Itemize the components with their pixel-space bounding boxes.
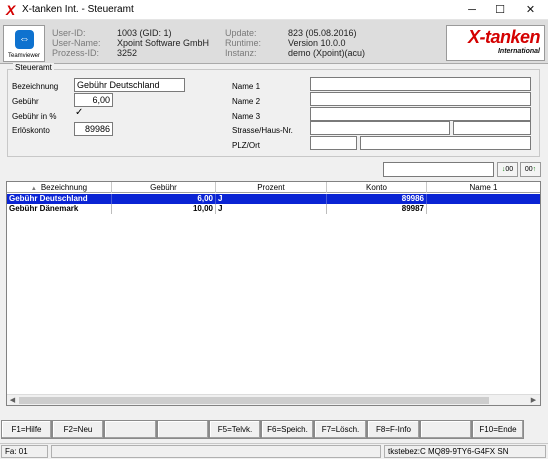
bezeichnung-label: Bezeichnung	[12, 82, 59, 91]
f9-button[interactable]	[420, 420, 472, 439]
teamviewer-label: Teamviewer	[7, 53, 40, 59]
erloeskonto-field[interactable]: 89986	[74, 122, 113, 136]
function-key-bar: F1=Hilfe F2=Neu F5=Telvk. F6=Speich. F7=…	[0, 420, 548, 440]
cell-bezeichnung: Gebühr Dänemark	[7, 204, 112, 214]
f7-delete-button[interactable]: F7=Lösch.	[314, 420, 367, 439]
cell-gebuehr: 10,00	[112, 204, 216, 214]
gebuehr-label: Gebühr	[12, 97, 39, 106]
user-id-label: User-ID:	[52, 28, 86, 38]
update-label: Update:	[225, 28, 257, 38]
f5-telvk-button[interactable]: F5=Telvk.	[209, 420, 261, 439]
plz-label: PLZ/Ort	[232, 141, 261, 150]
data-table: ▲ Bezeichnung Gebühr Prozent Konto Name 1…	[6, 181, 541, 406]
column-header-prozent[interactable]: Prozent	[216, 182, 327, 193]
bezeichnung-field[interactable]: Gebühr Deutschland	[74, 78, 185, 92]
table-header: ▲ Bezeichnung Gebühr Prozent Konto Name 1	[7, 182, 540, 193]
window-title: X-tanken Int. - Steueramt	[22, 4, 134, 15]
name2-label: Name 2	[232, 97, 261, 106]
brand-name: X-tanken	[467, 27, 541, 47]
scroll-right-icon[interactable]: ▶	[528, 395, 539, 406]
close-button[interactable]: ✕	[513, 0, 548, 20]
teamviewer-icon: ⇔	[15, 30, 34, 49]
cell-prozent: J	[216, 204, 327, 214]
brand-logo: X-tanken International	[446, 25, 545, 61]
sort-down-button[interactable]: ↓00	[497, 162, 518, 177]
f1-help-button[interactable]: F1=Hilfe	[1, 420, 52, 439]
name2-field[interactable]	[310, 92, 531, 106]
plz-field[interactable]	[310, 136, 357, 150]
f6-save-button[interactable]: F6=Speich.	[261, 420, 314, 439]
teamviewer-button[interactable]: ⇔ Teamviewer	[3, 25, 45, 62]
ort-field[interactable]	[360, 136, 531, 150]
strasse-field[interactable]	[310, 121, 450, 135]
column-header-name1[interactable]: Name 1	[427, 182, 540, 193]
horizontal-scrollbar[interactable]: ◀ ▶	[7, 394, 540, 405]
name1-field[interactable]	[310, 77, 531, 91]
runtime-value: Version 10.0.0	[288, 38, 346, 48]
cell-konto: 89987	[327, 204, 427, 214]
table-row[interactable]: Gebühr Dänemark 10,00 J 89987	[7, 204, 540, 214]
f10-exit-button[interactable]: F10=Ende	[472, 420, 524, 439]
f3-button[interactable]	[104, 420, 157, 439]
title-bar: X X-tanken Int. - Steueramt ─ ☐ ✕	[0, 0, 548, 20]
sort-asc-icon: ▲	[30, 186, 37, 192]
search-input[interactable]	[383, 162, 494, 177]
runtime-label: Runtime:	[225, 38, 262, 48]
f8-info-button[interactable]: F8=F-Info	[367, 420, 420, 439]
gebuehr-prozent-label: Gebühr in %	[12, 112, 57, 121]
table-row-selected[interactable]: Gebühr Deutschland 6,00 J 89986	[7, 194, 540, 204]
cell-bezeichnung: Gebühr Deutschland	[7, 194, 112, 204]
sort-up-label: 00	[524, 166, 533, 173]
sort-up-button[interactable]: 00↑	[520, 162, 541, 177]
sort-down-label: 00	[505, 166, 514, 173]
prozess-id-label: Prozess-ID:	[52, 48, 100, 58]
app-x-icon: X	[6, 2, 16, 18]
brand-subtitle: International	[497, 48, 540, 55]
minimize-button[interactable]: ─	[457, 0, 487, 20]
name3-label: Name 3	[232, 112, 261, 121]
name3-field[interactable]	[310, 107, 531, 121]
update-value: 823 (05.08.2016)	[288, 28, 357, 38]
cell-konto: 89986	[327, 194, 427, 204]
strasse-label: Strasse/Haus-Nr.	[232, 126, 293, 135]
status-license: tkstebez:C MQ89-9TY6-G4FX SN	[384, 445, 546, 458]
maximize-button[interactable]: ☐	[485, 0, 515, 20]
instanz-label: Instanz:	[225, 48, 257, 58]
column-header-label: Bezeichnung	[40, 183, 88, 192]
instanz-value: demo (Xpoint)(acu)	[288, 48, 366, 58]
status-bar: Fa: 01 tkstebez:C MQ89-9TY6-G4FX SN	[0, 443, 548, 459]
status-message	[51, 445, 381, 458]
cell-prozent: J	[216, 194, 327, 204]
column-header-gebuehr[interactable]: Gebühr	[112, 182, 216, 193]
gebuehr-field[interactable]: 6,00	[74, 93, 113, 107]
f2-new-button[interactable]: F2=Neu	[52, 420, 104, 439]
column-header-konto[interactable]: Konto	[327, 182, 427, 193]
user-id-value: 1003 (GID: 1)	[117, 28, 172, 38]
column-header-bezeichnung[interactable]: ▲ Bezeichnung	[7, 182, 112, 193]
group-title: Steueramt	[13, 63, 54, 72]
cell-gebuehr: 6,00	[112, 194, 216, 204]
name1-label: Name 1	[232, 82, 261, 91]
cell-name1	[427, 194, 540, 204]
scroll-left-icon[interactable]: ◀	[7, 395, 18, 406]
hausnr-field[interactable]	[453, 121, 531, 135]
user-name-label: User-Name:	[52, 38, 101, 48]
prozess-id-value: 3252	[117, 48, 138, 58]
cell-name1	[427, 204, 540, 214]
erloeskonto-label: Erlöskonto	[12, 126, 50, 135]
gebuehr-prozent-checkbox[interactable]: ✓	[75, 108, 83, 118]
f4-button[interactable]	[157, 420, 209, 439]
scroll-thumb[interactable]	[19, 397, 489, 404]
user-name-value: Xpoint Software GmbH	[117, 38, 210, 48]
status-company: Fa: 01	[1, 445, 48, 458]
arrow-up-icon: ↑	[532, 166, 537, 173]
